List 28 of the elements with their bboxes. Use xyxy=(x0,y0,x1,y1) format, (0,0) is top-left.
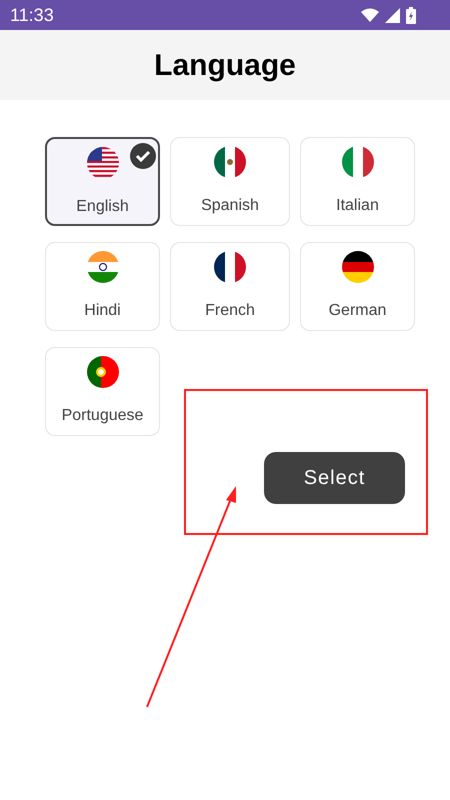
language-card[interactable]: German xyxy=(300,242,415,331)
wifi-icon xyxy=(361,8,379,22)
language-label: Italian xyxy=(336,196,379,216)
flag-icon xyxy=(86,147,118,179)
language-card[interactable]: Spanish xyxy=(170,137,290,226)
language-label: English xyxy=(76,197,129,217)
flag-icon xyxy=(342,251,374,283)
flag-icon xyxy=(86,251,118,283)
language-card[interactable]: French xyxy=(170,242,290,331)
select-button[interactable]: Select xyxy=(264,452,405,504)
language-card[interactable]: English xyxy=(45,137,160,226)
page-title: Language xyxy=(154,48,296,84)
flag-icon xyxy=(86,356,118,388)
status-time: 11:33 xyxy=(10,4,54,26)
language-card[interactable]: Hindi xyxy=(45,242,160,331)
flag-icon xyxy=(214,251,246,283)
flag-icon xyxy=(342,146,374,178)
check-icon xyxy=(130,143,156,169)
language-label: German xyxy=(328,301,386,321)
flag-icon xyxy=(214,146,246,178)
language-label: Spanish xyxy=(201,196,259,216)
language-label: French xyxy=(205,301,255,321)
language-card[interactable]: Portuguese xyxy=(45,347,160,436)
language-label: Portuguese xyxy=(62,406,144,426)
language-card[interactable]: Italian xyxy=(300,137,415,226)
signal-icon xyxy=(385,8,400,22)
battery-icon xyxy=(406,6,416,24)
language-label: Hindi xyxy=(84,301,121,321)
